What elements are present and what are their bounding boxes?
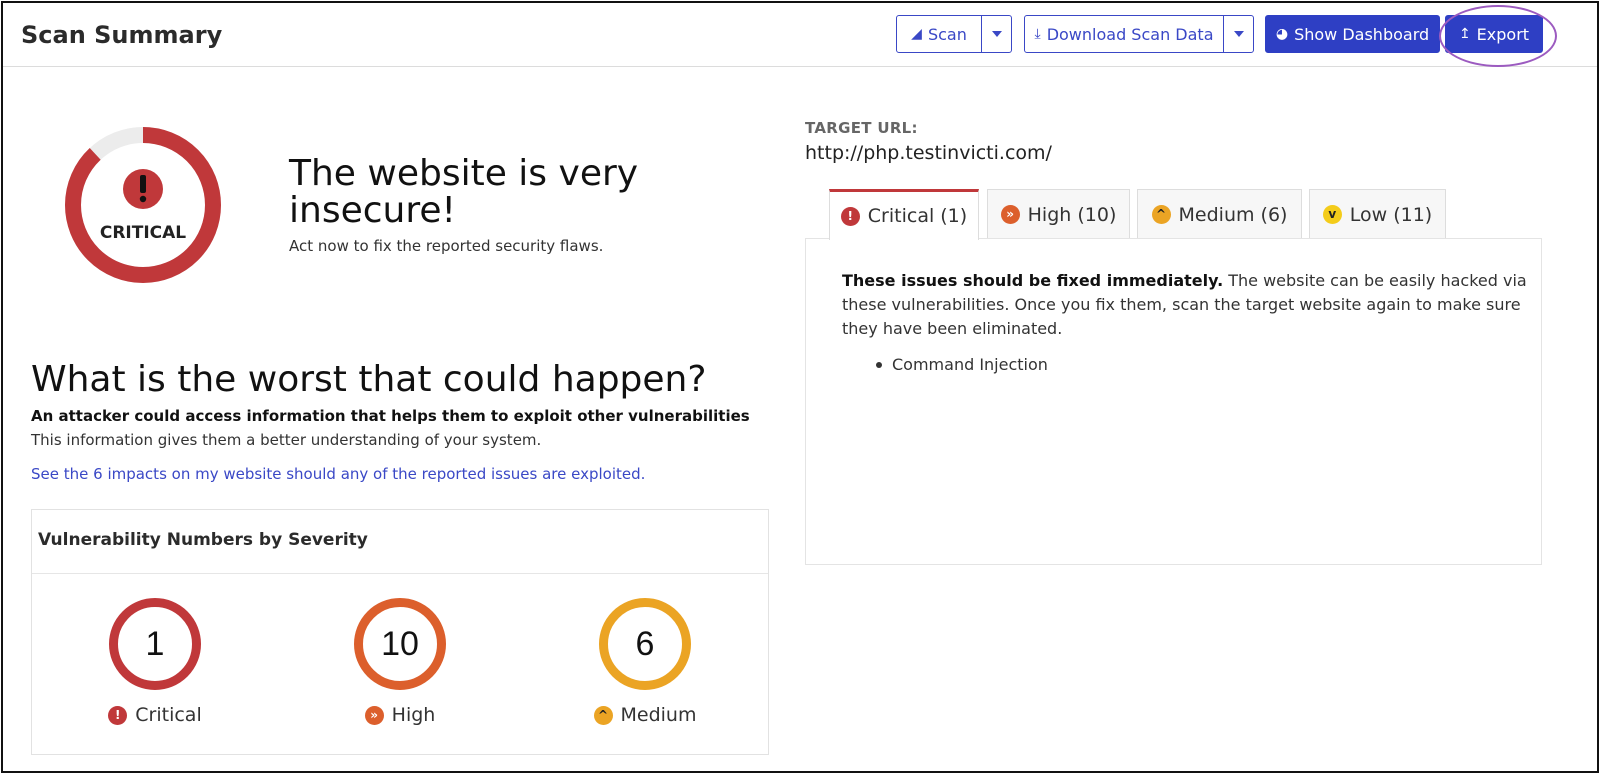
medium-icon: ^: [593, 705, 613, 725]
low-icon: v: [1322, 205, 1342, 224]
show-dashboard-button[interactable]: ◕ Show Dashboard: [1265, 15, 1440, 53]
critical-icon: !: [840, 206, 860, 226]
dashboard-button-label: Show Dashboard: [1294, 24, 1430, 44]
high-icon: »: [364, 705, 384, 725]
card-title: Vulnerability Numbers by Severity: [38, 530, 368, 550]
worst-case-detail: This information gives them a better und…: [31, 431, 542, 449]
scan-button-label: Scan: [927, 24, 967, 44]
high-icon: »: [1000, 205, 1020, 224]
scan-button[interactable]: ◢ Scan: [896, 15, 982, 53]
count-ring: 6: [599, 598, 691, 690]
severity-label: Medium: [620, 704, 697, 726]
medium-icon: ^: [1151, 205, 1171, 224]
app-frame: Scan Summary ◢ Scan ⤓ Download Scan Data…: [1, 1, 1599, 773]
security-verdict-title: The website is very insecure!: [289, 153, 639, 231]
tab-high[interactable]: » High (10): [987, 189, 1130, 239]
scan-icon: ◢: [911, 26, 922, 42]
gauge-label: CRITICAL: [100, 223, 186, 243]
count-ring: 10: [354, 598, 446, 690]
severity-medium[interactable]: 6 ^ Medium: [555, 598, 735, 726]
panel-description: These issues should be fixed immediately…: [842, 271, 1527, 338]
download-scan-data-button[interactable]: ⤓ Download Scan Data: [1024, 15, 1224, 53]
tab-label: Low (11): [1349, 203, 1433, 226]
dashboard-icon: ◕: [1275, 26, 1289, 42]
export-highlight-ring: [1439, 5, 1557, 67]
tab-label: Medium (6): [1178, 203, 1288, 226]
critical-icon: !: [108, 705, 128, 725]
count-ring: 1: [109, 598, 201, 690]
tab-label: High (10): [1027, 203, 1117, 226]
download-button-label: Download Scan Data: [1046, 24, 1214, 44]
tab-label: Critical (1): [867, 205, 968, 227]
divider: [32, 573, 768, 574]
worst-case-title: What is the worst that could happen?: [31, 359, 707, 400]
security-verdict-subtitle: Act now to fix the reported security fla…: [289, 237, 604, 255]
vulnerability-numbers-card: Vulnerability Numbers by Severity 1 ! Cr…: [31, 509, 769, 755]
page-title: Scan Summary: [21, 21, 223, 49]
severity-high[interactable]: 10 » High: [310, 598, 490, 726]
tab-critical[interactable]: ! Critical (1): [829, 189, 979, 240]
download-dropdown-button[interactable]: [1223, 15, 1254, 53]
tab-medium[interactable]: ^ Medium (6): [1137, 189, 1302, 239]
critical-tab-panel: These issues should be fixed immediately…: [805, 238, 1542, 565]
list-item[interactable]: Command Injection: [876, 355, 1048, 374]
download-icon: ⤓: [1034, 26, 1041, 42]
tab-low[interactable]: v Low (11): [1309, 189, 1446, 239]
impacts-link[interactable]: See the 6 impacts on my website should a…: [31, 465, 645, 483]
scan-dropdown-button[interactable]: [981, 15, 1012, 53]
severity-critical[interactable]: 1 ! Critical: [65, 598, 245, 726]
chevron-down-icon: [1233, 31, 1244, 37]
chevron-down-icon: [991, 31, 1002, 37]
target-url-label: TARGET URL:: [805, 119, 918, 137]
issue-list: Command Injection: [876, 355, 1048, 374]
critical-gauge: CRITICAL: [65, 127, 221, 283]
target-url-value: http://php.testinvicti.com/: [805, 142, 1052, 164]
severity-label: High: [391, 704, 436, 726]
worst-case-summary: An attacker could access information tha…: [31, 407, 750, 425]
header-bar: Scan Summary ◢ Scan ⤓ Download Scan Data…: [3, 3, 1597, 67]
severity-label: Critical: [135, 704, 202, 726]
